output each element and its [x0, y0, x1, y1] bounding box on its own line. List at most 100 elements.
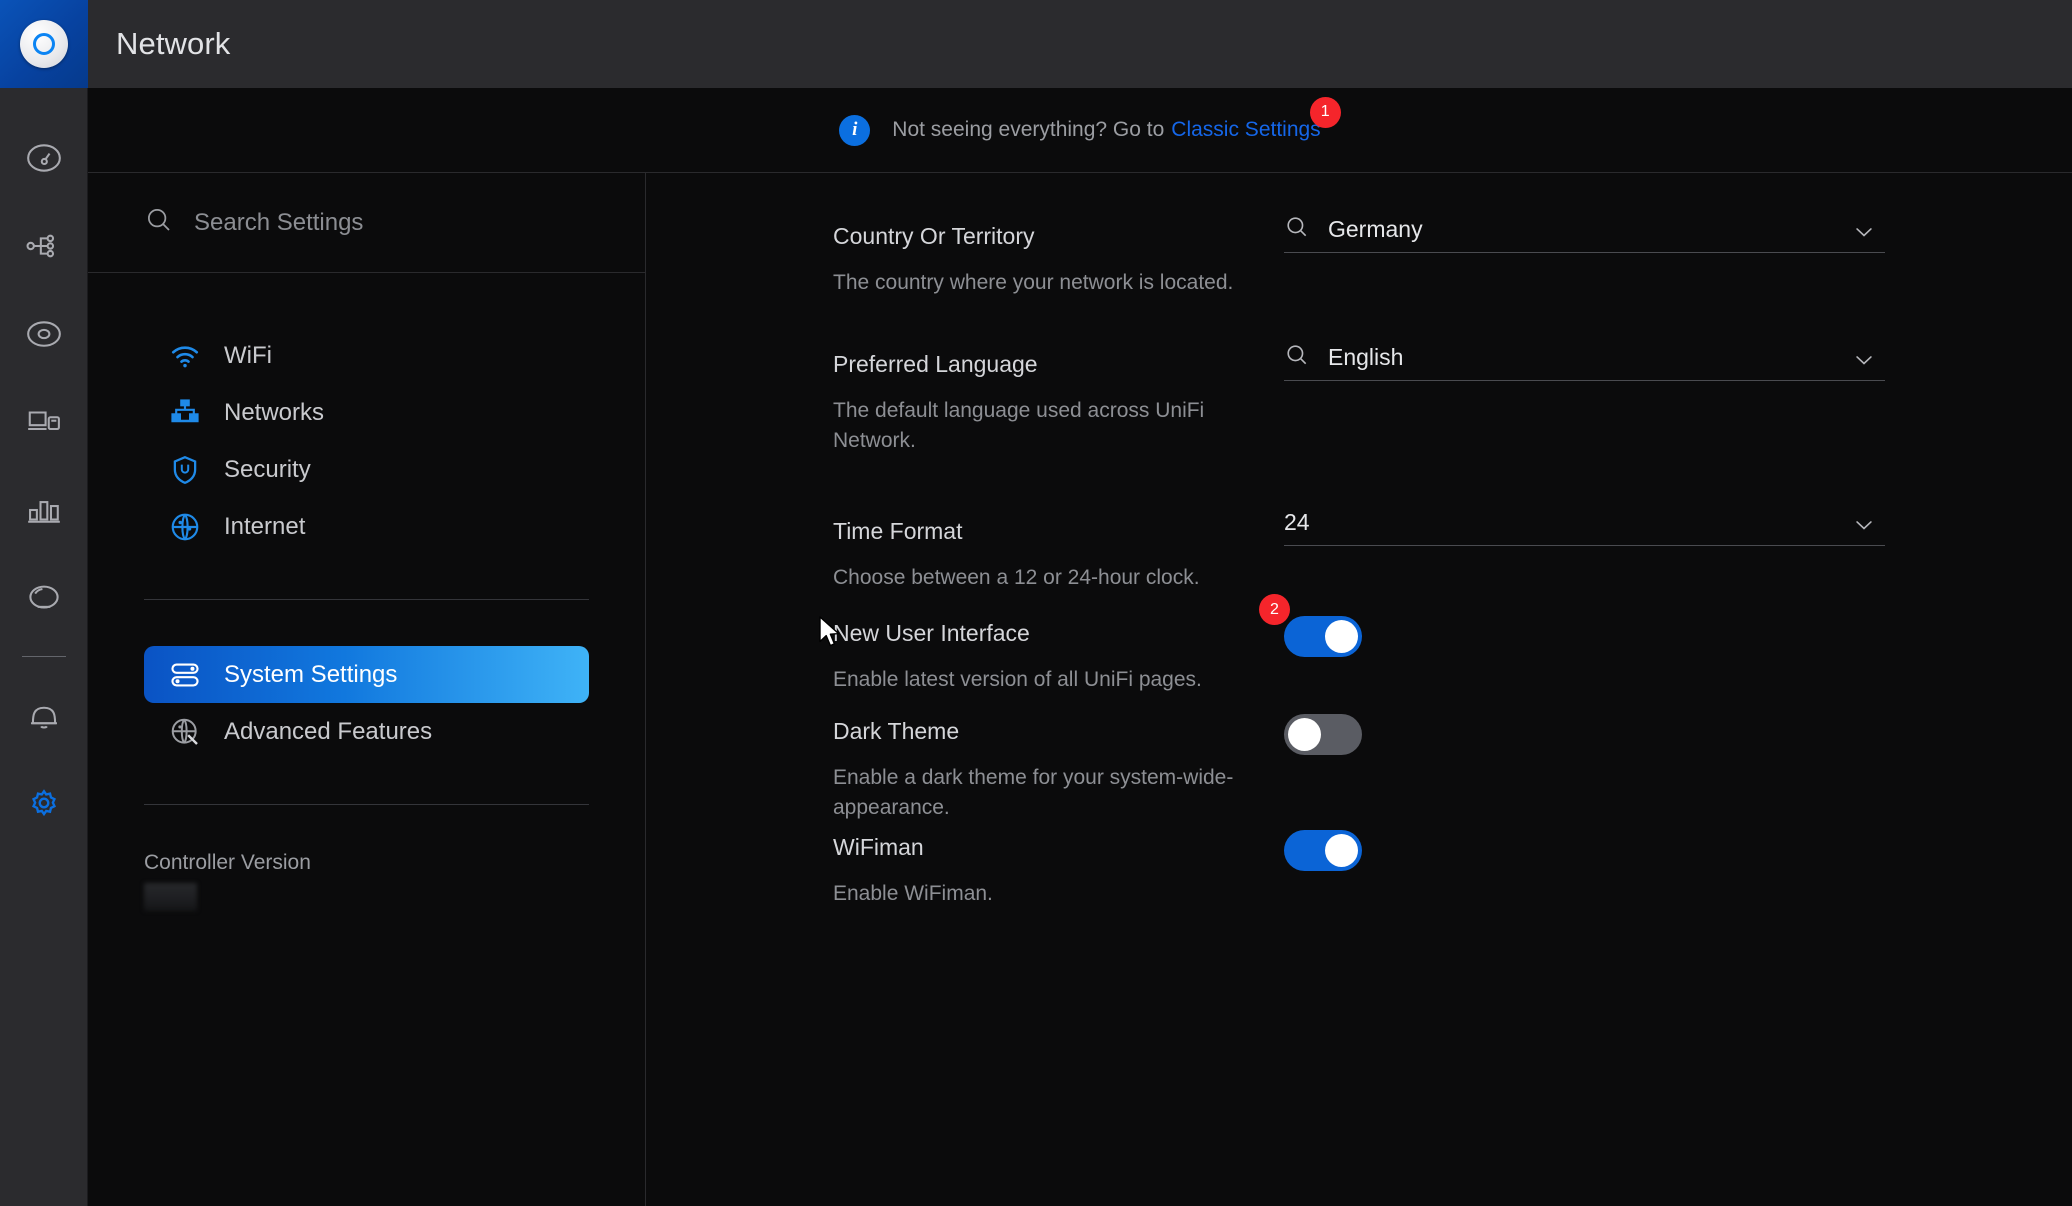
banner-inner: i Not seeing everything? Go to Classic S… — [839, 115, 1320, 146]
rail-item-dashboard[interactable] — [0, 114, 88, 202]
dark-theme-title: Dark Theme — [833, 718, 1253, 745]
sidebar-item-label: Advanced Features — [224, 718, 432, 746]
page-title: Network — [116, 26, 230, 62]
time-format-select[interactable]: 24 — [1284, 500, 1885, 546]
search-icon — [144, 205, 174, 240]
controller-version-value — [144, 883, 197, 911]
toggle-knob — [1325, 834, 1358, 867]
chevron-down-icon[interactable] — [1851, 219, 1877, 250]
banner-badge: 1 — [1310, 97, 1341, 128]
search-icon — [1284, 342, 1310, 373]
language-desc: The default language used across UniFi N… — [833, 396, 1253, 457]
rail-item-devices[interactable] — [0, 378, 88, 466]
country-value: Germany — [1328, 216, 1423, 243]
sidebar-item-networks[interactable]: Networks — [144, 384, 589, 441]
dark-theme-label-col: Dark Theme Enable a dark theme for your … — [833, 718, 1253, 824]
classic-settings-banner: i Not seeing everything? Go to Classic S… — [88, 88, 2072, 173]
rail-item-notifications[interactable] — [0, 671, 88, 759]
statistics-icon — [25, 491, 63, 529]
time-format-desc: Choose between a 12 or 24-hour clock. — [833, 563, 1253, 593]
country-label-col: Country Or Territory The country where y… — [833, 223, 1253, 298]
unifi-network-settings-page: Network i Not seeing everything? Go to C… — [0, 0, 2072, 1206]
wifiman-toggle[interactable] — [1284, 830, 1362, 871]
advanced-globe-wrench-icon — [168, 715, 202, 749]
settings-gear-icon — [25, 784, 63, 822]
new-ui-field: 2 — [1284, 616, 1885, 662]
time-format-title: Time Format — [833, 518, 1253, 545]
dark-theme-field — [1284, 714, 1885, 755]
time-format-field: 24 — [1284, 500, 1885, 546]
new-ui-title: New User Interface — [833, 620, 1253, 647]
chevron-down-icon[interactable] — [1851, 347, 1877, 378]
shield-icon — [168, 453, 202, 487]
search-icon — [1284, 214, 1310, 245]
notifications-bell-icon — [25, 696, 63, 734]
language-title: Preferred Language — [833, 351, 1253, 378]
language-field: English — [1284, 335, 1885, 381]
rail-item-statistics[interactable] — [0, 466, 88, 554]
sidebar-item-label: Security — [224, 456, 311, 484]
controller-version-label: Controller Version — [144, 851, 645, 875]
wifiman-label-col: WiFiman Enable WiFiman. — [833, 834, 1253, 909]
time-format-value: 24 — [1284, 509, 1310, 536]
devices-icon — [25, 403, 63, 441]
wifi-circle-icon — [25, 315, 63, 353]
wifiman-desc: Enable WiFiman. — [833, 879, 1253, 909]
dark-theme-desc: Enable a dark theme for your system-wide… — [833, 763, 1253, 824]
primary-nav-rail — [0, 0, 88, 1206]
sidebar-item-label: System Settings — [224, 661, 397, 689]
classic-settings-link[interactable]: Classic Settings — [1171, 118, 1320, 142]
toggle-knob — [1288, 718, 1321, 751]
networks-icon — [168, 396, 202, 430]
wifiman-field — [1284, 830, 1885, 871]
new-ui-desc: Enable latest version of all UniFi pages… — [833, 665, 1253, 695]
dark-theme-toggle[interactable] — [1284, 714, 1362, 755]
country-select[interactable]: Germany — [1284, 207, 1885, 253]
search-input[interactable]: Search Settings — [194, 209, 363, 237]
rail-divider — [22, 656, 66, 657]
info-icon: i — [839, 115, 870, 146]
toggle-knob — [1325, 620, 1358, 653]
sidebar-item-internet[interactable]: Internet — [144, 498, 589, 555]
sidebar-item-label: Networks — [224, 399, 324, 427]
language-select[interactable]: English — [1284, 335, 1885, 381]
logo-disc — [20, 20, 68, 68]
unifi-logo-icon[interactable] — [0, 0, 88, 88]
dashboard-icon — [25, 139, 63, 177]
language-label-col: Preferred Language The default language … — [833, 351, 1253, 457]
rail-item-wifi-circle[interactable] — [0, 290, 88, 378]
new-ui-toggle[interactable] — [1284, 616, 1362, 657]
language-value: English — [1328, 344, 1403, 371]
globe-icon — [168, 510, 202, 544]
time-format-label-col: Time Format Choose between a 12 or 24-ho… — [833, 518, 1253, 593]
sidebar-item-label: WiFi — [224, 342, 272, 370]
banner-text: Not seeing everything? Go to — [892, 118, 1164, 142]
new-ui-label-col: New User Interface Enable latest version… — [833, 620, 1253, 695]
country-field: Germany — [1284, 207, 1885, 253]
top-header-bar: Network — [88, 0, 2072, 88]
sidebar-item-security[interactable]: Security — [144, 441, 589, 498]
sidebar-item-label: Internet — [224, 513, 305, 541]
settings-nav-groups: WiFi Networks — [88, 273, 645, 911]
rail-item-topology[interactable] — [0, 202, 88, 290]
insights-icon — [25, 579, 63, 617]
sidebar-item-advanced-features[interactable]: Advanced Features — [144, 703, 589, 760]
logo-ring — [33, 33, 55, 55]
rail-item-settings[interactable] — [0, 759, 88, 847]
sidebar-item-system-settings[interactable]: System Settings — [144, 646, 589, 703]
settings-nav-panel: Search Settings WiFi — [88, 173, 646, 1206]
rail-item-insights[interactable] — [0, 554, 88, 642]
rail-items — [0, 88, 87, 847]
country-title: Country Or Territory — [833, 223, 1253, 250]
sliders-icon — [168, 658, 202, 692]
new-ui-toggle-wrap: 2 — [1284, 616, 1362, 657]
new-ui-badge: 2 — [1259, 594, 1290, 625]
controller-version-block: Controller Version — [88, 805, 645, 911]
system-settings-form: Country Or Territory The country where y… — [646, 173, 2072, 1206]
wifi-icon — [168, 339, 202, 373]
country-desc: The country where your network is locate… — [833, 268, 1253, 298]
sidebar-item-wifi[interactable]: WiFi — [144, 327, 589, 384]
wifiman-title: WiFiman — [833, 834, 1253, 861]
search-settings-field[interactable]: Search Settings — [88, 173, 645, 273]
chevron-down-icon[interactable] — [1851, 512, 1877, 543]
